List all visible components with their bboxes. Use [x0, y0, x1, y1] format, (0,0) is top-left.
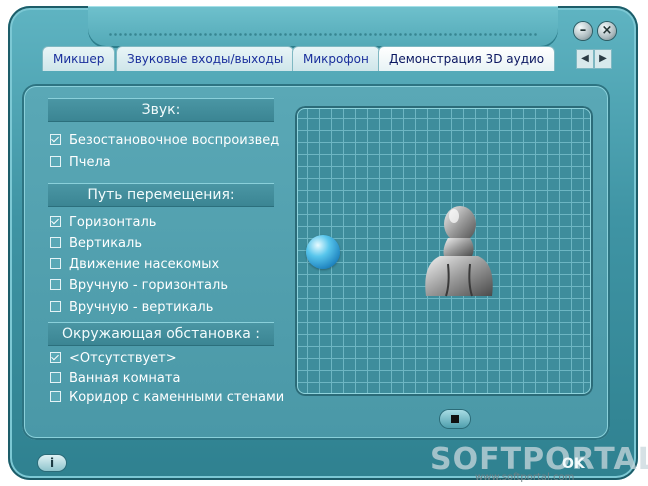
stop-button[interactable] — [440, 410, 470, 428]
minimize-button[interactable]: – — [574, 22, 592, 40]
path-option-manual-horizontal[interactable]: Вручную - горизонталь — [50, 277, 228, 295]
sound-option-bee[interactable]: Пчела — [50, 154, 111, 172]
env-option-stone-corridor[interactable]: Коридор с каменными стенами — [50, 389, 284, 407]
tab-mixer[interactable]: Микшер — [42, 46, 116, 71]
option-label: Движение насекомых — [69, 257, 220, 272]
tab-microphone[interactable]: Микрофон — [292, 46, 380, 71]
tab-3d-demo[interactable]: Демонстрация 3D аудио — [378, 46, 556, 71]
checkbox[interactable] — [50, 258, 61, 269]
checkbox[interactable] — [50, 391, 61, 402]
checkbox[interactable] — [50, 301, 61, 312]
tab-audio-io[interactable]: Звуковые входы/выходы — [116, 46, 295, 71]
grip-dots — [108, 32, 538, 38]
checkbox[interactable] — [50, 372, 61, 383]
option-label: <Отсутствует> — [69, 351, 177, 366]
tab-prev-button[interactable]: ◀ — [576, 49, 594, 69]
tab-bar: Микшер Звуковые входы/выходы Микрофон Де… — [40, 46, 590, 71]
path-header: Путь перемещения: — [48, 183, 274, 207]
option-label: Вручную - горизонталь — [69, 278, 228, 293]
sound-option-loop[interactable]: Безостановочное воспроизвед — [50, 132, 279, 150]
checkbox[interactable] — [50, 216, 61, 227]
option-label: Коридор с каменными стенами — [69, 390, 285, 405]
path-option-manual-vertical[interactable]: Вручную - вертикаль — [50, 299, 213, 317]
option-label: Безостановочное воспроизвед — [69, 133, 280, 148]
checkbox[interactable] — [50, 237, 61, 248]
checkbox[interactable] — [50, 352, 61, 363]
path-option-insect[interactable]: Движение насекомых — [50, 256, 219, 274]
option-label: Ванная комната — [69, 371, 181, 386]
checkbox[interactable] — [50, 156, 61, 167]
path-option-horizontal[interactable]: Горизонталь — [50, 214, 156, 232]
option-label: Вертикаль — [69, 236, 142, 251]
env-option-bathroom[interactable]: Ванная комната — [50, 370, 180, 388]
stop-icon — [451, 415, 459, 423]
option-label: Горизонталь — [69, 215, 157, 230]
title-handle[interactable] — [88, 6, 558, 48]
sound-source-sphere[interactable] — [306, 235, 340, 269]
ok-button[interactable]: OK — [562, 456, 585, 472]
option-label: Вручную - вертикаль — [69, 300, 214, 315]
sound-header: Звук: — [48, 98, 274, 122]
option-label: Пчела — [69, 155, 111, 170]
close-button[interactable]: × — [598, 22, 616, 40]
watermark-url: www.softportal.com — [475, 472, 575, 483]
listener-bust-icon — [425, 206, 493, 297]
checkbox[interactable] — [50, 279, 61, 290]
environment-header: Окружающая обстановка : — [48, 322, 274, 346]
path-option-vertical[interactable]: Вертикаль — [50, 235, 142, 253]
tab-next-button[interactable]: ▶ — [594, 49, 612, 69]
env-option-none[interactable]: <Отсутствует> — [50, 350, 177, 368]
checkbox[interactable] — [50, 134, 61, 145]
info-button[interactable]: i — [38, 455, 66, 471]
